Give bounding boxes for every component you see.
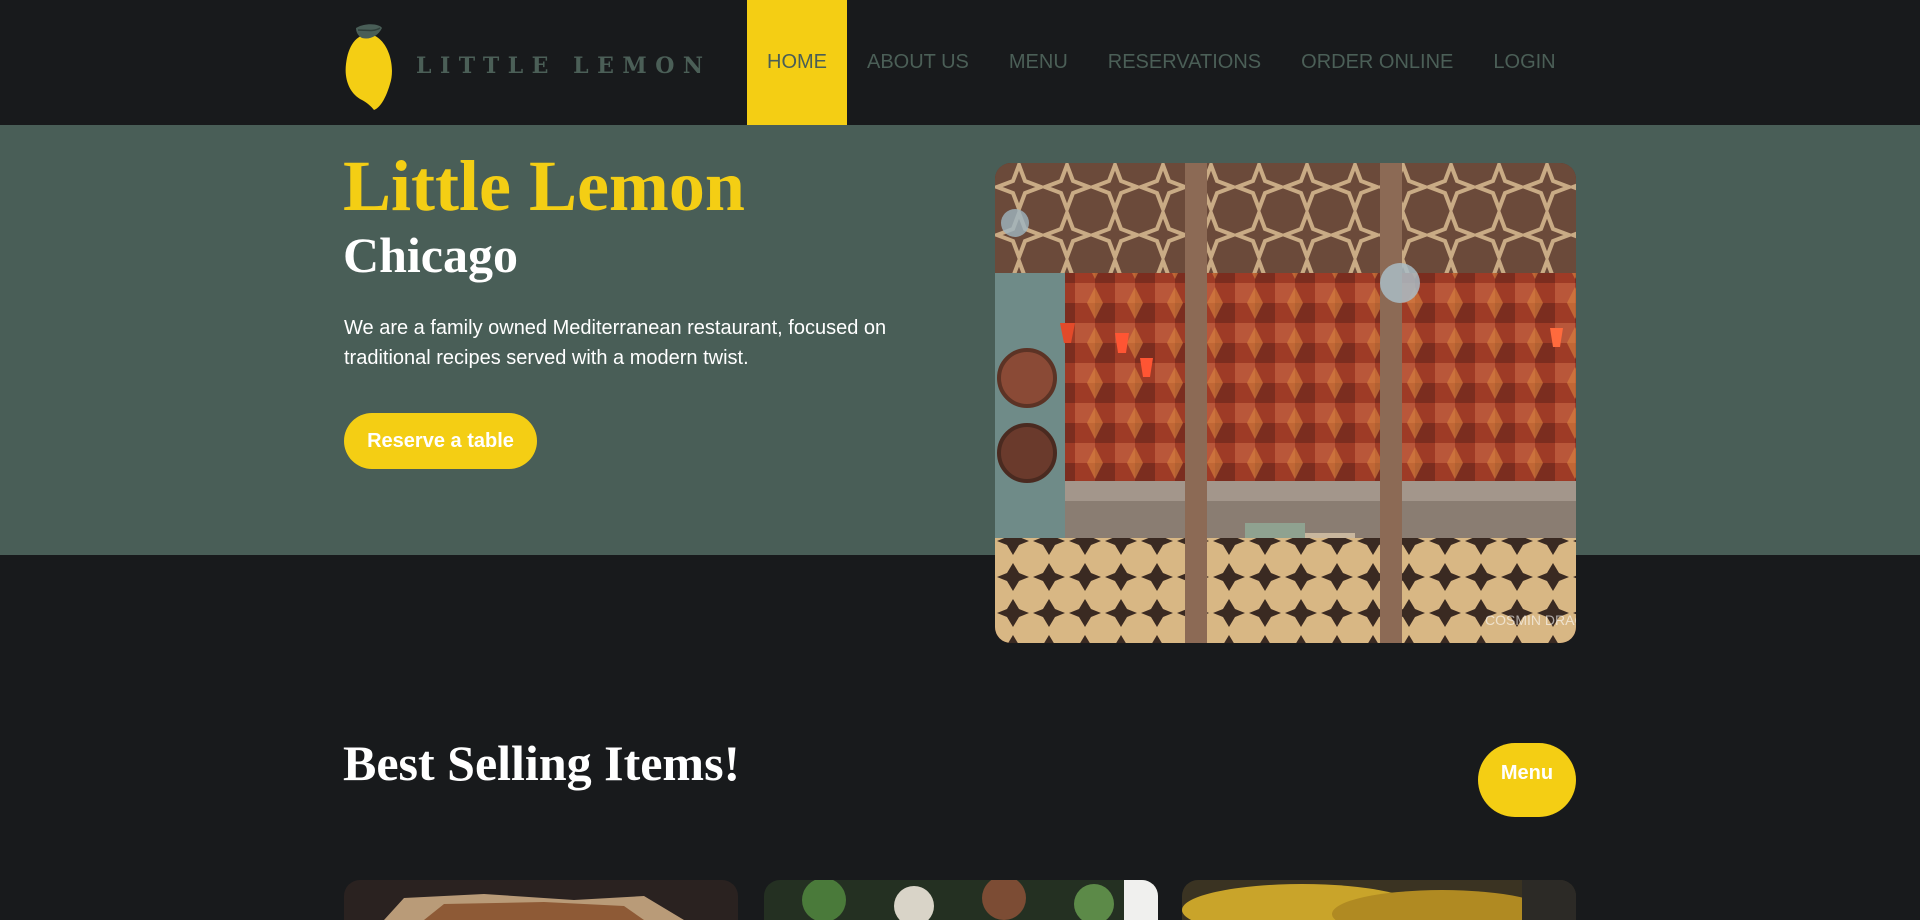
lemon-logo-icon (345, 24, 392, 110)
dish-card-image[interactable] (764, 880, 1158, 920)
nav-about-us[interactable]: ABOUT US (847, 0, 989, 125)
hero-subtitle: Chicago (343, 227, 518, 283)
nav-menu[interactable]: MENU (989, 0, 1088, 125)
hero-section (0, 125, 1920, 555)
nav-home[interactable]: HOME (747, 0, 847, 125)
svg-text:COSMIN DRAGU: COSMIN DRAGU (1485, 612, 1576, 628)
menu-button[interactable]: Menu (1478, 743, 1576, 817)
logo-text: LITTLE LEMON (416, 53, 712, 79)
restaurant-interior-image: COSMIN DRAGU (995, 163, 1576, 643)
nav-login[interactable]: LOGIN (1473, 0, 1575, 125)
main-nav: HOME ABOUT US MENU RESERVATIONS ORDER ON… (747, 0, 1576, 125)
site-header: LITTLE LEMON HOME ABOUT US MENU RESERVAT… (0, 0, 1920, 125)
logo[interactable]: LITTLE LEMON (344, 22, 703, 110)
hero-title: Little Lemon (343, 146, 745, 226)
hero-description: We are a family owned Mediterranean rest… (344, 317, 887, 369)
dish-card-image[interactable] (1182, 880, 1576, 920)
dish-card-image[interactable] (344, 880, 738, 920)
nav-order-online[interactable]: ORDER ONLINE (1281, 0, 1473, 125)
reserve-table-button[interactable]: Reserve a table (344, 413, 537, 469)
best-selling-title: Best Selling Items! (343, 735, 741, 791)
nav-reservations[interactable]: RESERVATIONS (1088, 0, 1281, 125)
